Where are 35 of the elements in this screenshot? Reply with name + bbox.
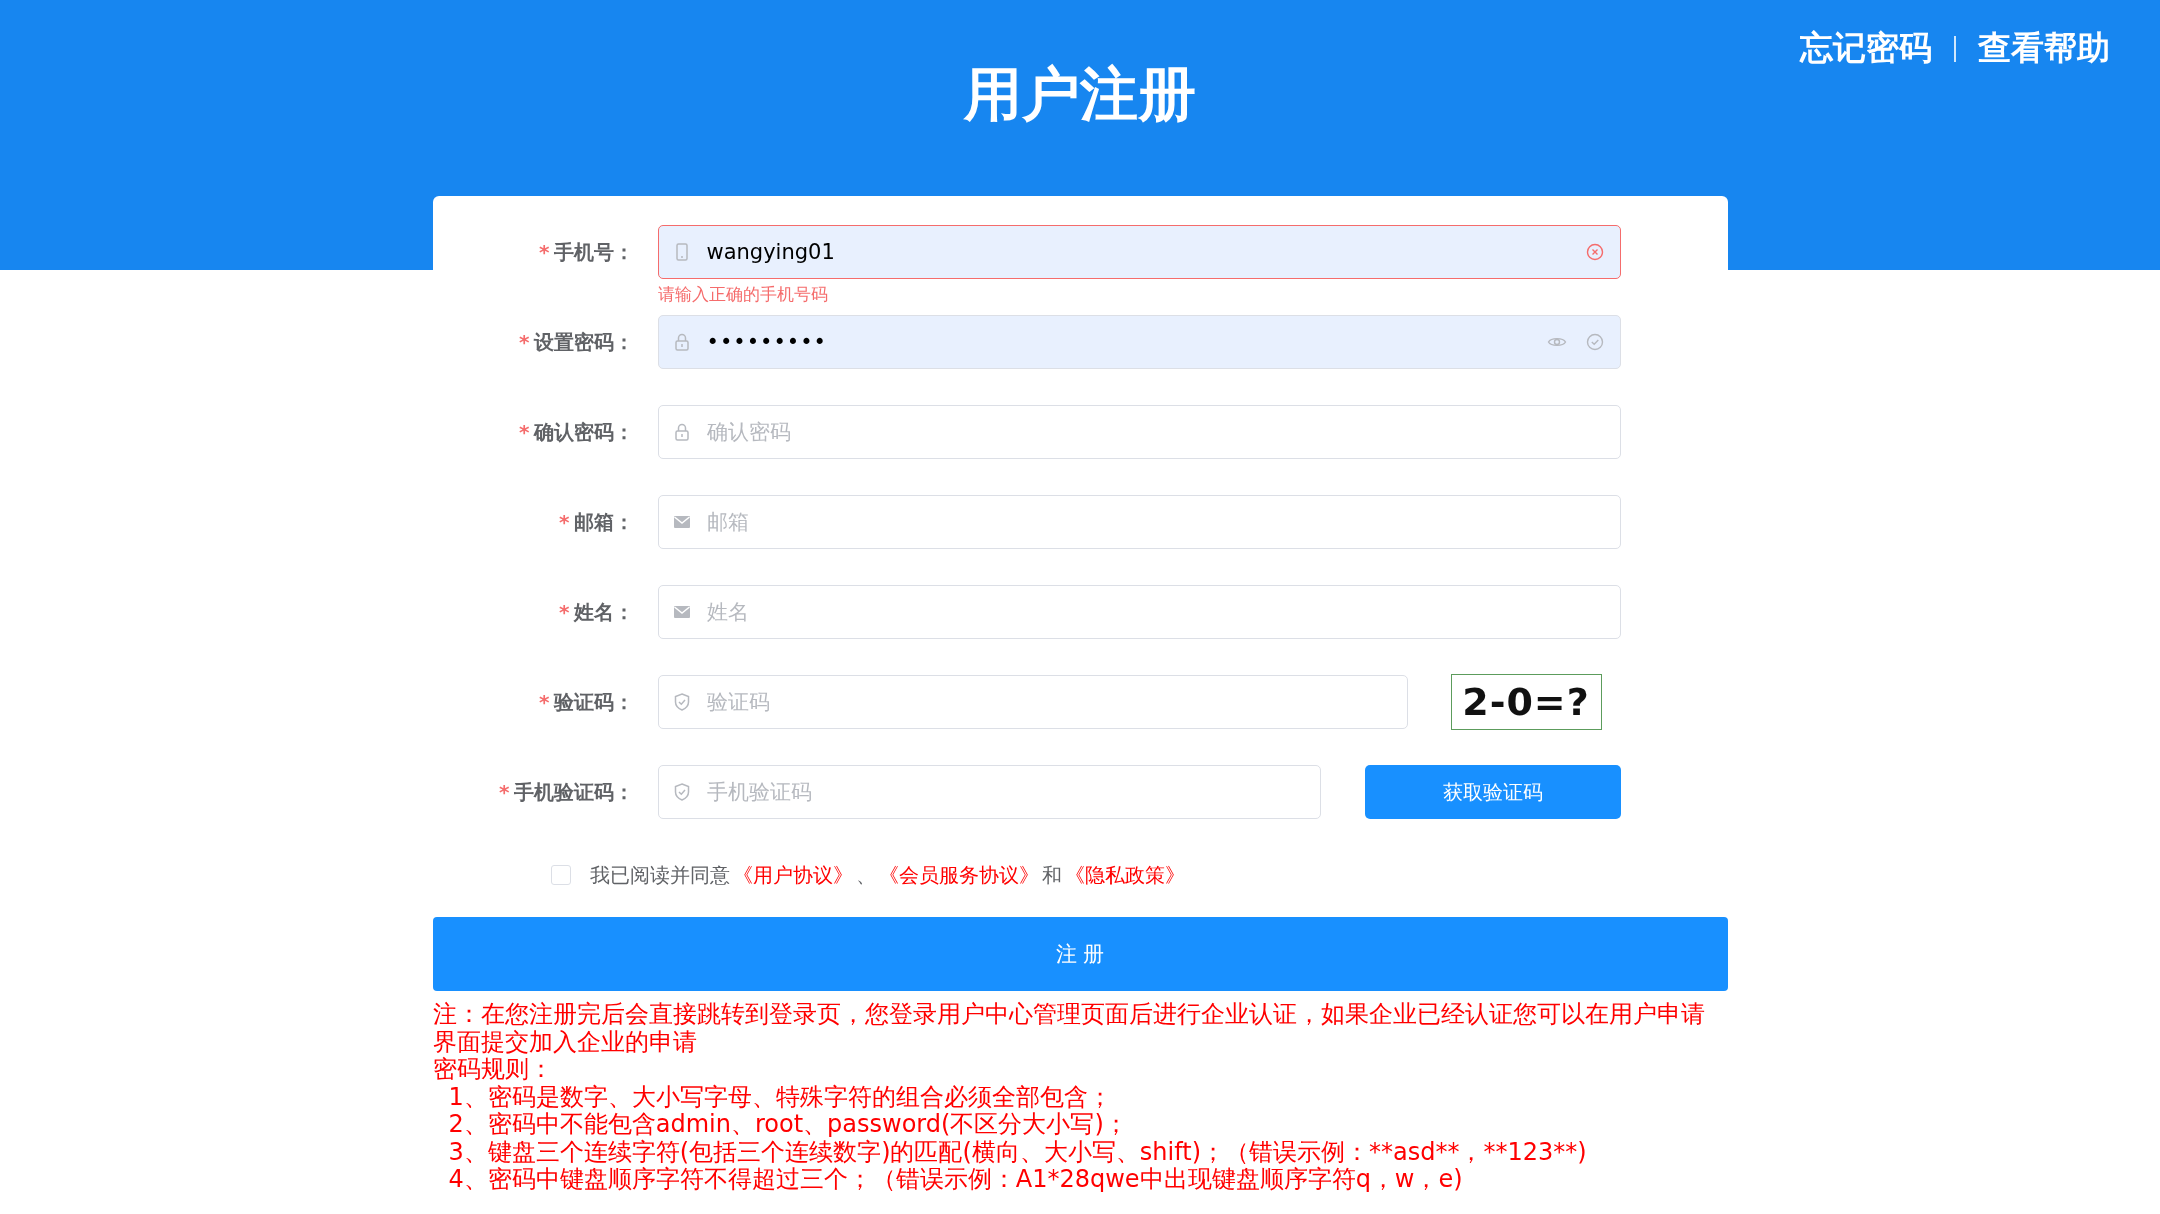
input-field[interactable]: 手机验证码 <box>657 765 1321 819</box>
rule-text: 1、密码是数字、大小写字母、特殊字符的组合必须全部包含； <box>447 1083 1113 1111</box>
rule-text: 4、密码中键盘顺序字符不得超过三个；（错误示例：A1*28qwe中出现键盘顺序字符q，w，e) <box>447 1166 1464 1194</box>
error-message: 请输入正确的手机号码 <box>657 283 828 306</box>
clear-icon[interactable] <box>1584 242 1605 262</box>
agreement-link[interactable]: 《隐私政策》 <box>1064 861 1185 889</box>
captcha-image[interactable]: 2-0=? <box>1450 674 1602 730</box>
agreement-text: 和 <box>1041 861 1062 889</box>
field-label: * 确认密码： <box>518 418 635 446</box>
input-field[interactable]: 确认密码 <box>657 405 1621 459</box>
field-label: * 设置密码： <box>518 328 635 356</box>
header-link[interactable]: 忘记密码 <box>1800 26 1932 71</box>
get-code-button[interactable]: 获取验证码 <box>1364 765 1621 819</box>
field-label: * 手机验证码： <box>498 778 635 806</box>
checkbox[interactable] <box>550 865 571 885</box>
input-field[interactable]: 姓名 <box>657 585 1621 639</box>
field-label: * 手机号： <box>538 238 635 266</box>
rule-text: 3、键盘三个连续字符(包括三个连续数字)的匹配(横向、大小写、shift)；（错误示例：**asd**，**123**) <box>447 1138 1588 1166</box>
agreement-link[interactable]: 《会员服务协议》 <box>878 861 1039 889</box>
input-field[interactable]: 验证码 <box>657 675 1408 729</box>
agreement-text: 我已阅读并同意 <box>589 861 730 889</box>
rule-text: 2、密码中不能包含admin、root、password(不区分大小写)； <box>447 1111 1129 1139</box>
page-title: 用户注册 <box>964 59 1196 130</box>
input-field[interactable]: 邮箱 <box>657 495 1621 549</box>
note-text: 密码规则： <box>432 1056 554 1084</box>
agreement-link[interactable]: 《用户协议》 <box>732 861 853 889</box>
field-label: * 姓名： <box>558 598 635 626</box>
agreement-text: 、 <box>855 861 876 889</box>
field-label: * 验证码： <box>538 688 635 716</box>
register-button[interactable]: 注 册 <box>432 917 1728 991</box>
field-label: * 邮箱： <box>558 508 635 536</box>
header-link[interactable]: 查看帮助 <box>1978 26 2110 71</box>
note-text: 注：在您注册完后会直接跳转到登录页，您登录用户中心管理页面后进行企业认证，如果企业已经认证您可以在用户申请界面提交加入企业的申请 <box>432 1001 1706 1056</box>
input-field[interactable]: wangying01 <box>657 225 1621 279</box>
input-field[interactable]: ••••••••• <box>657 315 1621 369</box>
